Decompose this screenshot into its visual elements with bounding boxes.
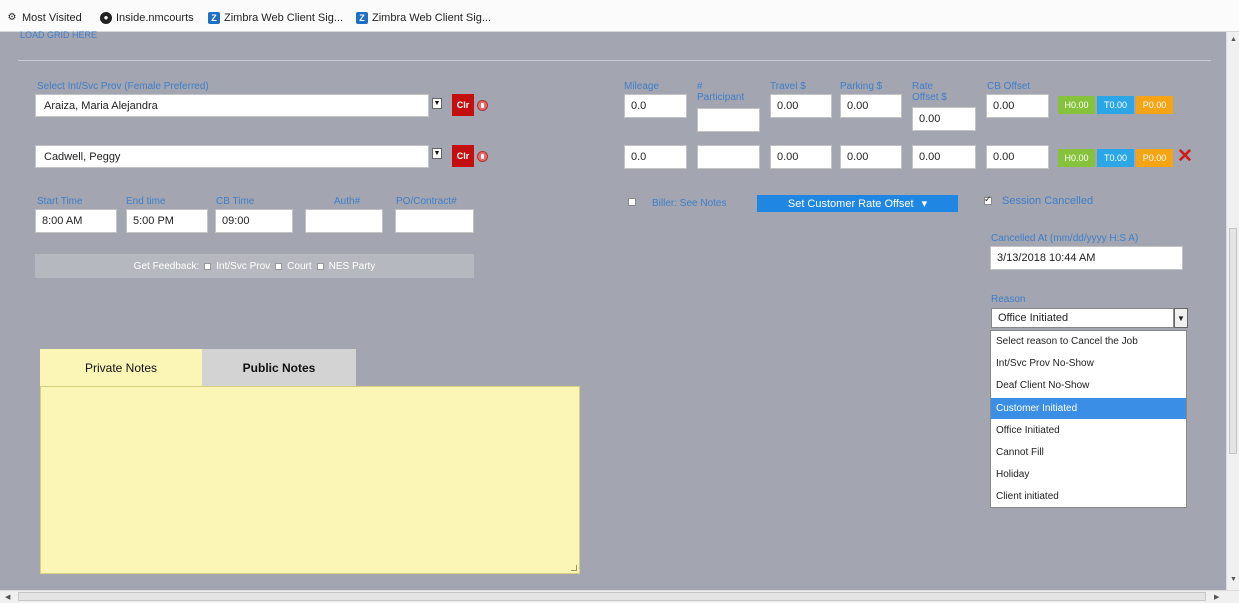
cb-time-input[interactable]: 09:00 — [215, 209, 293, 233]
feedback-bar: Get Feedback: Int/Svc Prov Court NES Par… — [35, 254, 474, 278]
biller-checkbox[interactable] — [628, 198, 636, 206]
po-contract-label: PO/Contract# — [396, 196, 457, 207]
reason-select[interactable]: Office Initiated — [991, 308, 1174, 328]
po-contract-input[interactable] — [395, 209, 474, 233]
provider-name-1: Araiza, Maria Alejandra — [44, 99, 158, 112]
caret-down-icon: ▾ — [921, 198, 928, 210]
scroll-left-icon[interactable]: ◀ — [5, 593, 10, 601]
session-cancelled-label: Session Cancelled — [1002, 195, 1094, 207]
bookmark-most-visited[interactable]: ⚙ Most Visited — [6, 11, 82, 25]
bookmark-zimbra-2[interactable]: Z Zimbra Web Client Sig... — [356, 11, 491, 25]
reason-option[interactable]: Cannot Fill — [991, 442, 1186, 463]
set-customer-rate-offset-button[interactable]: Set Customer Rate Offset ▾ — [757, 195, 958, 212]
auth-input[interactable] — [305, 209, 383, 233]
cb-time-label: CB Time — [216, 196, 255, 207]
mileage-input-2[interactable]: 0.0 — [624, 145, 687, 169]
bookmarks-bar: ⚙ Most Visited ● Inside.nmcourts Z Zimbr… — [0, 0, 1239, 32]
provider-name-2: Cadwell, Peggy — [44, 150, 121, 163]
resize-handle-icon[interactable] — [571, 565, 577, 571]
cb-offset-input-2[interactable]: 0.00 — [986, 145, 1049, 169]
reason-option[interactable]: Holiday — [991, 464, 1186, 485]
reason-dropdown-list: Select reason to Cancel the Job Int/Svc … — [990, 330, 1187, 508]
parking-input-1[interactable]: 0.00 — [840, 94, 902, 118]
tab-private-notes[interactable]: Private Notes — [40, 349, 202, 386]
load-grid-link[interactable]: LOAD GRID HERE — [20, 30, 97, 41]
travel-label: Travel $ — [770, 81, 806, 92]
eraser-icon[interactable] — [477, 100, 488, 111]
start-time-input[interactable]: 8:00 AM — [35, 209, 117, 233]
participant-input-1[interactable] — [697, 108, 760, 132]
clear-button-2[interactable]: Clr — [452, 145, 474, 167]
travel-input-2[interactable]: 0.00 — [770, 145, 832, 169]
zimbra-icon: Z — [208, 12, 220, 24]
reason-option[interactable]: Office Initiated — [991, 420, 1186, 441]
end-time-label: End time — [126, 196, 166, 207]
clear-button-1[interactable]: Clr — [452, 94, 474, 116]
rate-offset-input-1[interactable]: 0.00 — [912, 107, 976, 131]
notes-textarea[interactable] — [40, 386, 580, 574]
cb-offset-input-1[interactable]: 0.00 — [986, 94, 1049, 118]
scroll-right-icon[interactable]: ▶ — [1214, 593, 1219, 601]
h-rate-badge-2: H0.00 — [1058, 149, 1095, 167]
p-rate-badge-1: P0.00 — [1136, 96, 1173, 114]
feedback-label: Get Feedback: — [133, 260, 200, 272]
globe-icon: ● — [100, 12, 112, 24]
gear-icon: ⚙ — [7, 12, 17, 23]
p-rate-badge-2: P0.00 — [1136, 149, 1173, 167]
h-rate-badge-1: H0.00 — [1058, 96, 1095, 114]
chevron-down-icon[interactable]: ▼ — [432, 148, 442, 159]
vertical-scroll-thumb[interactable] — [1229, 228, 1237, 454]
end-time-input[interactable]: 5:00 PM — [126, 209, 208, 233]
reason-option-highlighted[interactable]: Customer Initiated — [991, 398, 1186, 419]
participant-input-2[interactable] — [697, 145, 760, 169]
reason-option[interactable]: Select reason to Cancel the Job — [991, 331, 1186, 352]
rate-offset-label: Rate Offset $ — [912, 81, 947, 103]
rate-offset-input-2[interactable]: 0.00 — [912, 145, 976, 169]
reason-option[interactable]: Int/Svc Prov No-Show — [991, 353, 1186, 374]
cancelled-at-input[interactable]: 3/13/2018 10:44 AM — [990, 246, 1183, 270]
close-icon[interactable]: ✕ — [1177, 147, 1193, 166]
bookmark-inside-nmcourts[interactable]: ● Inside.nmcourts — [100, 11, 194, 25]
tab-public-notes[interactable]: Public Notes — [202, 349, 356, 386]
t-rate-badge-1: T0.00 — [1097, 96, 1134, 114]
feedback-checkbox-nes-party[interactable] — [316, 262, 324, 270]
biller-label: Biller: See Notes — [652, 198, 727, 209]
feedback-option-nes-party: NES Party — [328, 260, 376, 272]
zimbra-icon: Z — [356, 12, 368, 24]
parking-input-2[interactable]: 0.00 — [840, 145, 902, 169]
reason-option[interactable]: Deaf Client No-Show — [991, 375, 1186, 396]
cancelled-at-label: Cancelled At (mm/dd/yyyy H:S A) — [991, 233, 1139, 244]
start-time-label: Start Time — [37, 196, 83, 207]
feedback-option-court: Court — [287, 260, 312, 272]
provider-label: Select Int/Svc Prov (Female Preferred) — [37, 81, 209, 92]
t-rate-badge-2: T0.00 — [1097, 149, 1134, 167]
travel-input-1[interactable]: 0.00 — [770, 94, 832, 118]
auth-label: Auth# — [334, 196, 361, 207]
session-cancelled-checkbox[interactable] — [984, 194, 992, 205]
scroll-down-icon[interactable]: ▼ — [1230, 576, 1237, 583]
reason-label: Reason — [991, 294, 1026, 305]
participant-label: # Participant — [697, 81, 745, 103]
parking-label: Parking $ — [840, 81, 883, 92]
chevron-down-icon[interactable]: ▼ — [1174, 308, 1188, 328]
feedback-checkbox-provider[interactable] — [204, 262, 212, 270]
set-rate-label: Set Customer Rate Offset — [787, 197, 914, 210]
mileage-input-1[interactable]: 0.0 — [624, 94, 687, 118]
provider-select-2[interactable]: Cadwell, Peggy — [35, 145, 429, 168]
feedback-option-provider: Int/Svc Prov — [216, 260, 271, 272]
feedback-checkbox-court[interactable] — [275, 262, 283, 270]
cb-offset-label: CB Offset — [987, 81, 1031, 92]
horizontal-scroll-thumb[interactable] — [18, 592, 1206, 601]
mileage-label: Mileage — [624, 81, 660, 92]
provider-select-1[interactable]: Araiza, Maria Alejandra — [35, 94, 429, 117]
scroll-up-icon[interactable]: ▲ — [1230, 36, 1237, 43]
divider — [18, 60, 1211, 61]
chevron-down-icon[interactable]: ▼ — [432, 98, 442, 109]
bookmark-zimbra-1[interactable]: Z Zimbra Web Client Sig... — [208, 11, 343, 25]
reason-option[interactable]: Client initiated — [991, 486, 1186, 507]
eraser-icon[interactable] — [477, 151, 488, 162]
